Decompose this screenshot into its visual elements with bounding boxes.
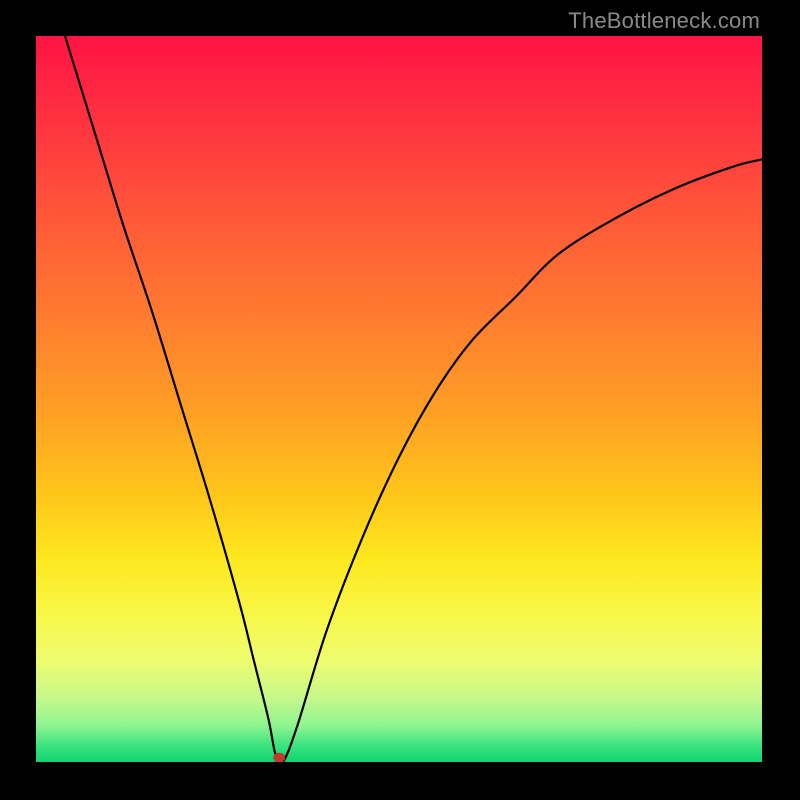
chart-frame: TheBottleneck.com xyxy=(0,0,800,800)
watermark-text: TheBottleneck.com xyxy=(568,8,760,34)
bottleneck-curve xyxy=(36,36,762,762)
plot-area xyxy=(36,36,762,762)
curve-path xyxy=(65,36,762,762)
